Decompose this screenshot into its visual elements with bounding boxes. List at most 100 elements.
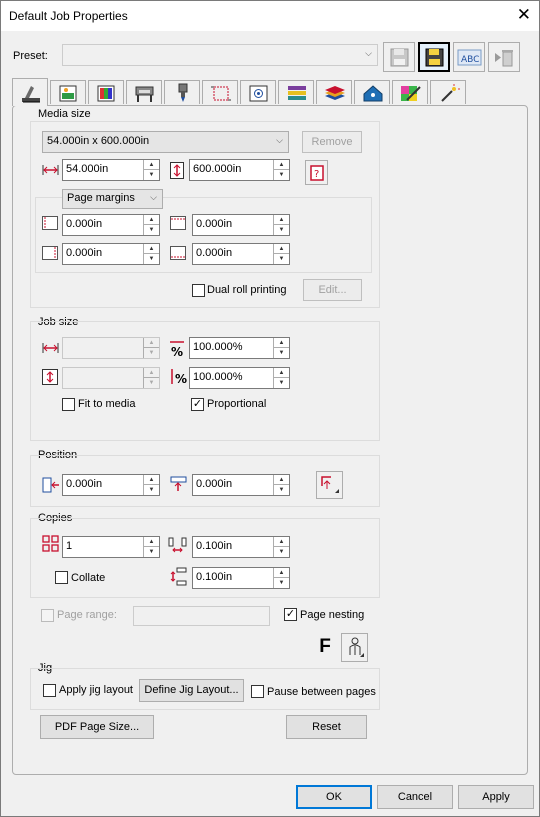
- vertical-gap-icon: [170, 567, 187, 586]
- position-y-icon: [170, 476, 187, 491]
- tab-media[interactable]: [12, 78, 48, 106]
- rename-preset-button[interactable]: ABC: [453, 42, 485, 72]
- collate-label: Collate: [71, 572, 106, 584]
- dual-roll-checkbox[interactable]: [192, 284, 205, 297]
- horizontal-gap-icon: [168, 537, 187, 553]
- scale-width-percent-icon: %: [170, 341, 184, 357]
- chevron-down-icon: ⌵: [276, 135, 283, 145]
- tab-cutter[interactable]: [164, 80, 200, 104]
- preset-label: Preset:: [13, 50, 48, 62]
- window-title: Default Job Properties: [9, 9, 128, 23]
- apply-jig-checkbox[interactable]: [43, 684, 56, 697]
- reset-button[interactable]: Reset: [286, 715, 367, 739]
- nesting-options-button[interactable]: [341, 633, 368, 662]
- media-size-title: Media size: [38, 108, 91, 120]
- color-picker-icon: [401, 86, 421, 101]
- tab-printer[interactable]: [126, 80, 162, 104]
- dual-roll-label: Dual roll printing: [207, 284, 287, 296]
- ok-button[interactable]: OK: [296, 785, 372, 809]
- page-nesting-checkbox[interactable]: ✓: [284, 608, 297, 621]
- edit-dual-roll-button[interactable]: Edit...: [303, 279, 362, 301]
- spin-arrows[interactable]: ▲ ▼: [143, 244, 159, 264]
- copies-count-input[interactable]: 1 ▲ ▼: [62, 536, 160, 558]
- spin-arrows[interactable]: ▲ ▼: [143, 475, 159, 495]
- pause-between-pages-label: Pause between pages: [267, 686, 376, 698]
- rename-abc-icon: ABC: [457, 49, 482, 66]
- scale-x-input[interactable]: 100.000% ▲ ▼: [189, 337, 290, 359]
- spin-arrows[interactable]: ▲ ▼: [143, 368, 159, 388]
- fit-to-media-checkbox[interactable]: [62, 398, 75, 411]
- magic-wand-icon: [441, 84, 460, 102]
- close-icon[interactable]: ✕: [517, 6, 531, 24]
- spin-arrows[interactable]: ▲ ▼: [143, 537, 159, 557]
- svg-text:?: ?: [314, 169, 319, 180]
- margins-mode-select[interactable]: Page margins ⌵: [62, 189, 163, 209]
- job-height-input[interactable]: ▲ ▼: [62, 367, 160, 389]
- position-y-input[interactable]: 0.000in ▲ ▼: [192, 474, 290, 496]
- width-arrow-icon: [42, 343, 59, 353]
- proportional-label: Proportional: [207, 398, 267, 410]
- spin-arrows[interactable]: ▲ ▼: [273, 475, 289, 495]
- media-help-button[interactable]: ?: [305, 160, 328, 185]
- layout-target-icon: [249, 85, 268, 102]
- tab-tiling[interactable]: [278, 80, 314, 104]
- preset-select[interactable]: ⌵: [62, 44, 378, 66]
- scale-y-input[interactable]: 100.000% ▲ ▼: [189, 367, 290, 389]
- position-anchor-button[interactable]: [316, 471, 343, 499]
- spin-arrows[interactable]: ▲ ▼: [273, 244, 289, 264]
- tab-layout[interactable]: [240, 80, 276, 104]
- page-range-input[interactable]: [133, 606, 270, 626]
- media-height-input[interactable]: 600.000in ▲ ▼: [189, 159, 290, 181]
- margin-right-input[interactable]: 0.000in ▲ ▼: [62, 243, 160, 265]
- spin-arrows[interactable]: ▲ ▼: [143, 160, 159, 180]
- apply-jig-label: Apply jig layout: [59, 684, 133, 696]
- tab-layers[interactable]: [316, 80, 352, 104]
- svg-text:%: %: [175, 372, 187, 386]
- color-management-icon: [97, 85, 115, 102]
- spin-arrows[interactable]: ▲ ▼: [273, 338, 289, 358]
- cancel-button[interactable]: Cancel: [377, 785, 453, 809]
- page-range-checkbox[interactable]: [41, 609, 54, 622]
- pause-between-pages-checkbox[interactable]: [251, 685, 264, 698]
- tab-spot-color[interactable]: [392, 80, 428, 104]
- save-as-preset-button[interactable]: [418, 42, 450, 72]
- spin-arrows[interactable]: ▲ ▼: [143, 338, 159, 358]
- collate-checkbox[interactable]: [55, 571, 68, 584]
- proportional-checkbox[interactable]: ✓: [191, 398, 204, 411]
- svg-text:%: %: [171, 345, 183, 357]
- spin-arrows[interactable]: ▲ ▼: [273, 537, 289, 557]
- margin-right-icon: [42, 246, 58, 260]
- svg-text:ABC: ABC: [461, 55, 479, 65]
- spin-arrows[interactable]: ▲ ▼: [273, 160, 289, 180]
- copies-gap-horizontal-input[interactable]: 0.100in ▲ ▼: [192, 536, 290, 558]
- margin-top-icon: [170, 216, 186, 230]
- page-nesting-label: Page nesting: [300, 609, 365, 621]
- chevron-down-icon: ⌵: [365, 48, 372, 58]
- tab-image[interactable]: [50, 80, 86, 104]
- tab-wizard[interactable]: [430, 80, 466, 104]
- copies-grid-icon: [42, 535, 59, 552]
- media-size-select[interactable]: 54.000in x 600.000in ⌵: [42, 131, 289, 153]
- pdf-page-size-button[interactable]: PDF Page Size...: [40, 715, 154, 739]
- position-x-input[interactable]: 0.000in ▲ ▼: [62, 474, 160, 496]
- margin-left-input[interactable]: 0.000in ▲ ▼: [62, 214, 160, 236]
- margin-top-input[interactable]: 0.000in ▲ ▼: [192, 214, 290, 236]
- tab-marks[interactable]: [202, 80, 238, 104]
- copies-gap-vertical-input[interactable]: 0.100in ▲ ▼: [192, 567, 290, 589]
- spin-arrows[interactable]: ▲ ▼: [273, 368, 289, 388]
- tab-color[interactable]: [88, 80, 124, 104]
- apply-button[interactable]: Apply: [458, 785, 534, 809]
- spin-arrows[interactable]: ▲ ▼: [143, 215, 159, 235]
- spin-arrows[interactable]: ▲ ▼: [273, 568, 289, 588]
- media-width-input[interactable]: 54.000in ▲ ▼: [62, 159, 160, 181]
- remove-button[interactable]: Remove: [302, 131, 362, 153]
- delete-preset-button[interactable]: [488, 42, 520, 72]
- save-preset-button[interactable]: [383, 42, 415, 72]
- job-width-input[interactable]: ▲ ▼: [62, 337, 160, 359]
- define-jig-layout-button[interactable]: Define Jig Layout...: [139, 679, 244, 702]
- tab-finishing[interactable]: [354, 80, 390, 104]
- trash-icon: [495, 50, 513, 67]
- margin-bottom-input[interactable]: 0.000in ▲ ▼: [192, 243, 290, 265]
- cutter-knife-icon: [178, 83, 188, 102]
- spin-arrows[interactable]: ▲ ▼: [273, 215, 289, 235]
